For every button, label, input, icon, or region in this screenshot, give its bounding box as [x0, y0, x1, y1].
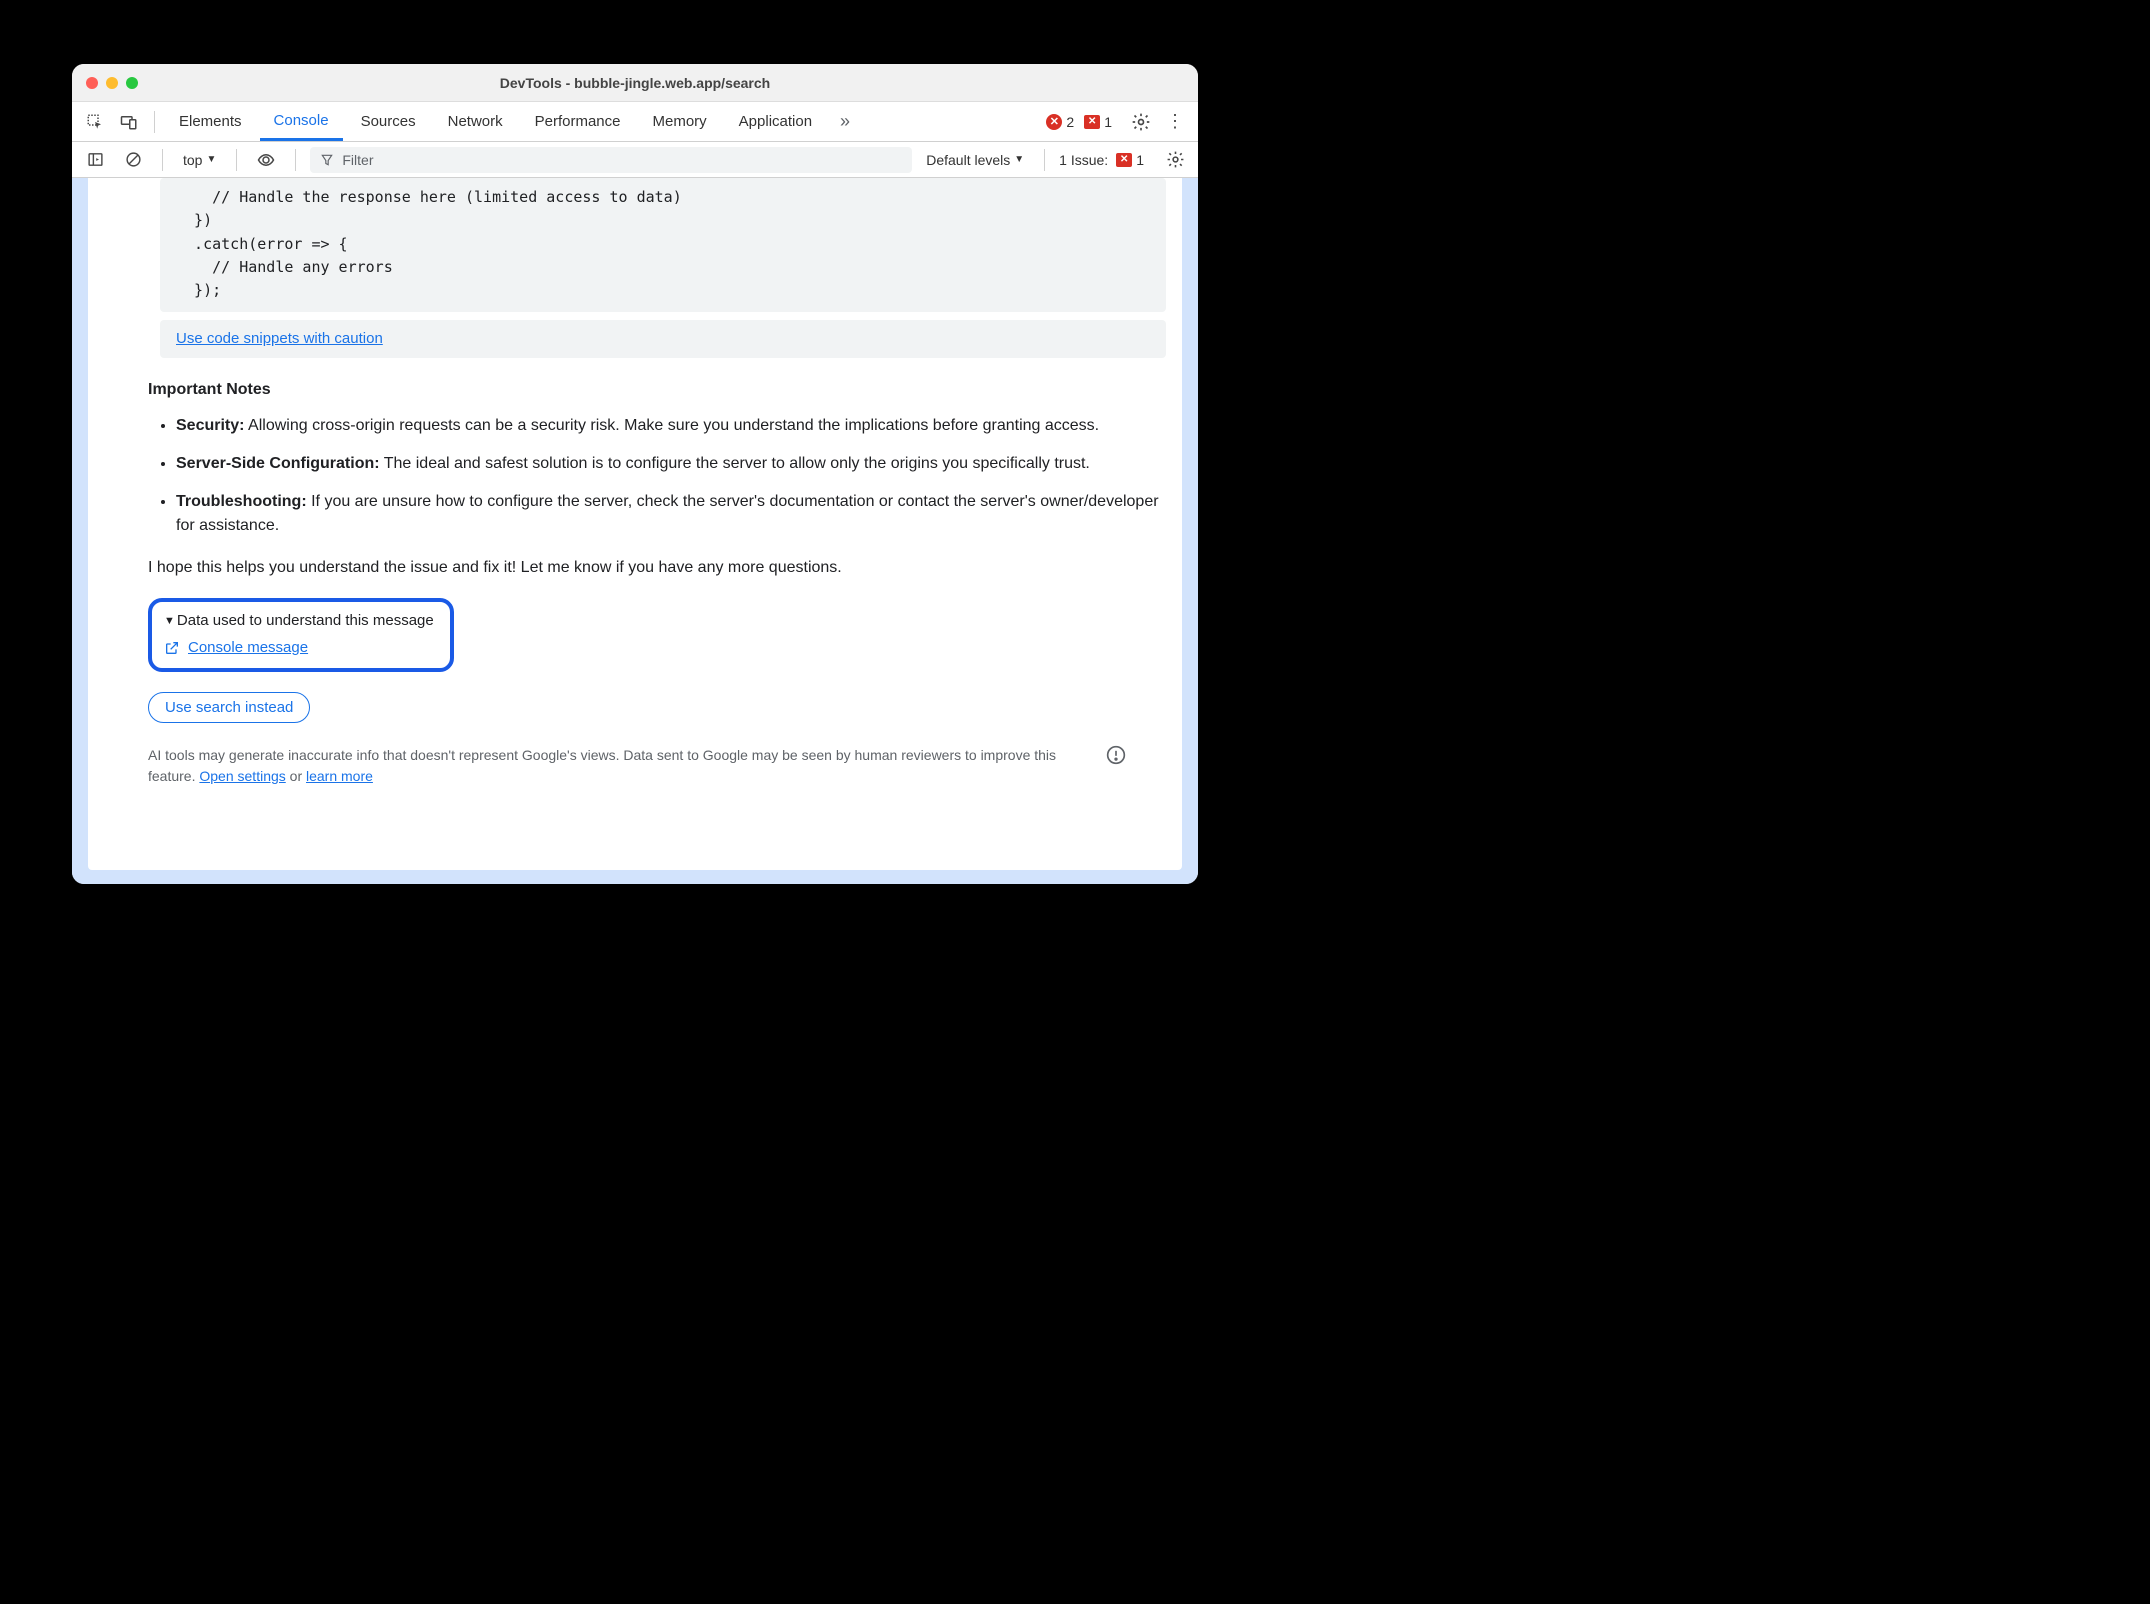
open-external-icon: [164, 640, 180, 656]
separator: [236, 149, 237, 171]
zoom-icon[interactable]: [126, 77, 138, 89]
code-snippet: // Handle the response here (limited acc…: [160, 178, 1166, 312]
minimize-icon[interactable]: [106, 77, 118, 89]
tab-memory[interactable]: Memory: [639, 102, 721, 141]
close-icon[interactable]: [86, 77, 98, 89]
frame-label: top: [183, 152, 202, 168]
data-used-box: ▼ Data used to understand this message C…: [148, 598, 454, 672]
notes-section: Important Notes Security: Allowing cross…: [88, 378, 1182, 580]
window-title: DevTools - bubble-jingle.web.app/search: [72, 75, 1198, 91]
notes-heading: Important Notes: [148, 378, 1166, 402]
chevron-down-icon: ▼: [1014, 154, 1024, 165]
separator: [1044, 149, 1045, 171]
select-element-icon[interactable]: [80, 107, 110, 137]
notes-list: Security: Allowing cross-origin requests…: [148, 414, 1166, 538]
device-toolbar-icon[interactable]: [114, 107, 144, 137]
separator: [295, 149, 296, 171]
filter-icon: [320, 153, 334, 167]
filter-input[interactable]: Filter: [310, 147, 912, 173]
data-used-label: Data used to understand this message: [177, 612, 434, 629]
console-settings-icon[interactable]: [1160, 145, 1190, 175]
titlebar: DevTools - bubble-jingle.web.app/search: [72, 64, 1198, 102]
separator: [154, 111, 155, 133]
issue-flag-icon: ✕: [1116, 153, 1132, 167]
levels-dropdown[interactable]: Default levels ▼: [920, 152, 1030, 168]
tab-application[interactable]: Application: [725, 102, 826, 141]
devtools-window: DevTools - bubble-jingle.web.app/search …: [72, 64, 1198, 884]
error-count: 2: [1066, 114, 1074, 130]
caution-link[interactable]: Use code snippets with caution: [176, 330, 383, 347]
kebab-menu-icon[interactable]: ⋮: [1160, 107, 1190, 137]
live-expression-icon[interactable]: [251, 145, 281, 175]
disclaimer-or: or: [286, 768, 306, 784]
console-toolbar: top ▼ Filter Default levels ▼ 1 Issue: ✕…: [72, 142, 1198, 178]
data-used-disclosure[interactable]: ▼ Data used to understand this message: [164, 612, 434, 629]
data-used-link-row: Console message: [164, 639, 434, 656]
separator: [162, 149, 163, 171]
issues-count: 1: [1136, 152, 1144, 168]
issue-count: 1: [1104, 114, 1112, 130]
levels-label: Default levels: [926, 152, 1010, 168]
issue-badge[interactable]: ✕ 1: [1084, 114, 1112, 130]
issues-link[interactable]: 1 Issue: ✕ 1: [1059, 152, 1144, 168]
toggle-sidebar-icon[interactable]: [80, 145, 110, 175]
disclosure-triangle-icon: ▼: [164, 615, 175, 627]
more-tabs-icon[interactable]: »: [830, 107, 860, 137]
error-icon: ✕: [1046, 114, 1062, 130]
frame-dropdown[interactable]: top ▼: [177, 152, 222, 168]
tab-performance[interactable]: Performance: [521, 102, 635, 141]
clear-console-icon[interactable]: [118, 145, 148, 175]
tab-elements[interactable]: Elements: [165, 102, 256, 141]
console-message-link[interactable]: Console message: [188, 639, 308, 656]
issues-label: 1 Issue:: [1059, 152, 1108, 168]
chevron-down-icon: ▼: [206, 154, 216, 165]
settings-icon[interactable]: [1126, 107, 1156, 137]
message-panel: // Handle the response here (limited acc…: [88, 178, 1182, 870]
tab-sources[interactable]: Sources: [347, 102, 430, 141]
closing-text: I hope this helps you understand the iss…: [148, 556, 1166, 580]
list-item: Security: Allowing cross-origin requests…: [176, 414, 1166, 438]
learn-more-link[interactable]: learn more: [306, 768, 373, 784]
issue-flag-icon: ✕: [1084, 115, 1100, 129]
filter-placeholder: Filter: [342, 152, 373, 168]
footer-disclaimer: AI tools may generate inaccurate info th…: [88, 745, 1182, 786]
main-tabbar: Elements Console Sources Network Perform…: [72, 102, 1198, 142]
tab-console[interactable]: Console: [260, 102, 343, 141]
tab-network[interactable]: Network: [434, 102, 517, 141]
open-settings-link[interactable]: Open settings: [199, 768, 285, 784]
traffic-lights: [86, 77, 138, 89]
error-badge[interactable]: ✕ 2: [1046, 114, 1074, 130]
warning-icon[interactable]: [1106, 745, 1126, 772]
list-item: Troubleshooting: If you are unsure how t…: [176, 490, 1166, 538]
content-area: // Handle the response here (limited acc…: [72, 178, 1198, 884]
use-search-button[interactable]: Use search instead: [148, 692, 310, 723]
list-item: Server-Side Configuration: The ideal and…: [176, 452, 1166, 476]
caution-box: Use code snippets with caution: [160, 320, 1166, 358]
